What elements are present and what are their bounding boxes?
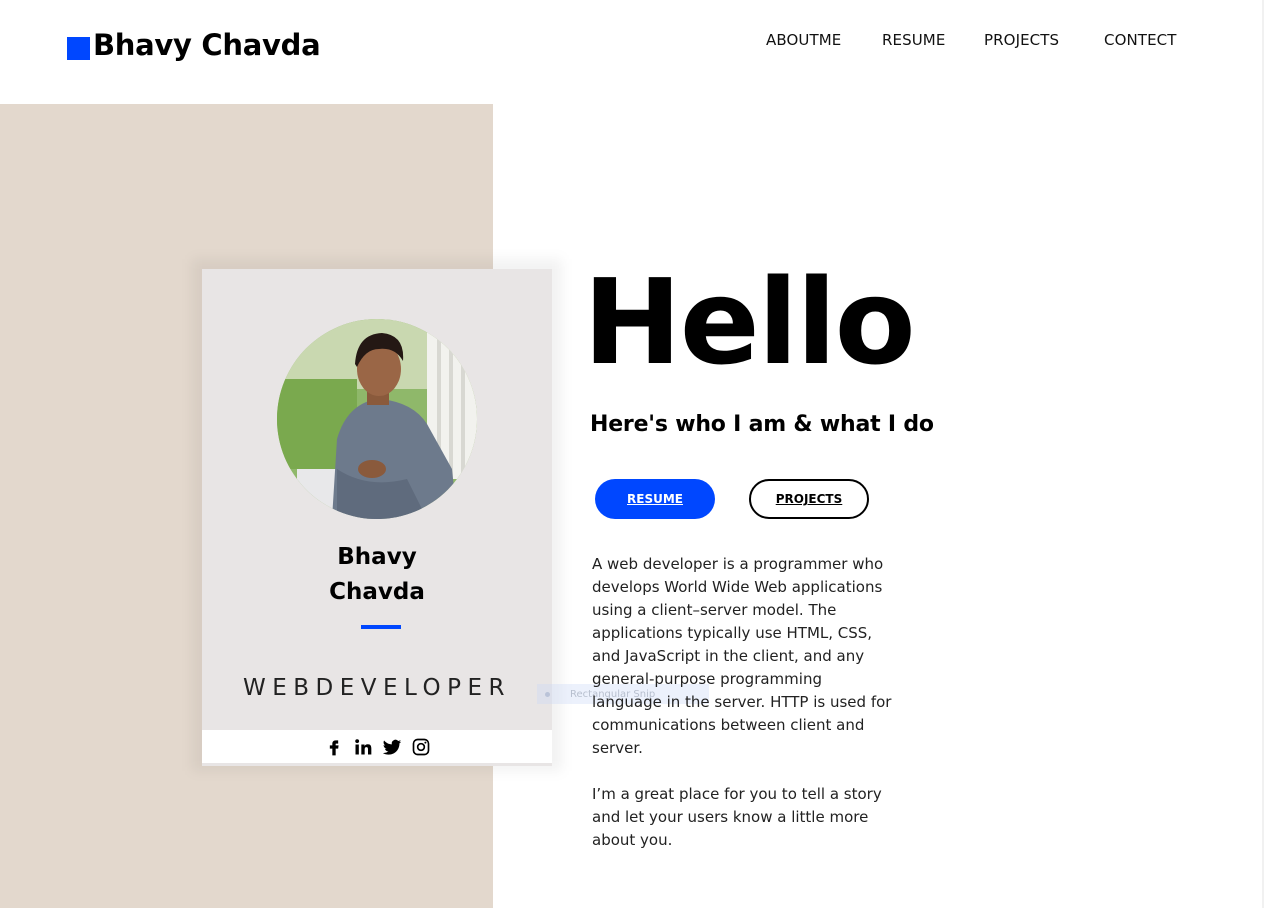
card-divider	[361, 625, 401, 629]
page: Bhavy Chavda ABOUTME RESUME PROJECTS CON…	[0, 0, 1264, 908]
brand-name[interactable]: Bhavy Chavda	[93, 28, 321, 62]
bio-paragraph-1: A web developer is a programmer who deve…	[592, 555, 892, 757]
card-first-name: Bhavy	[337, 544, 417, 570]
hero-subtitle: Here's who I am & what I do	[590, 412, 934, 437]
avatar	[277, 319, 477, 519]
hero-greeting: Hello	[583, 253, 916, 391]
nav-item-contect[interactable]: CONTECT	[1104, 31, 1176, 49]
avatar-photo	[277, 319, 477, 519]
bio-text: A web developer is a programmer who deve…	[592, 553, 892, 875]
ghost-tooltip-dot	[545, 691, 550, 697]
card-role: WEBDEVELOPER	[242, 675, 512, 701]
linkedin-icon[interactable]	[352, 736, 373, 757]
nav-item-resume[interactable]: RESUME	[882, 31, 945, 49]
card-name: Bhavy Chavda	[202, 540, 552, 610]
twitter-icon[interactable]	[381, 736, 402, 757]
nav-item-aboutme[interactable]: ABOUTME	[766, 31, 841, 49]
profile-card: Bhavy Chavda WEBDEVELOPER	[202, 269, 552, 766]
nav-item-projects[interactable]: PROJECTS	[984, 31, 1059, 49]
facebook-icon[interactable]	[323, 736, 344, 757]
card-last-name: Chavda	[329, 579, 425, 605]
resume-button[interactable]: RESUME	[595, 479, 715, 519]
social-links	[202, 730, 552, 763]
projects-button[interactable]: PROJECTS	[749, 479, 869, 519]
bio-paragraph-2: I’m a great place for you to tell a stor…	[592, 785, 882, 849]
instagram-icon[interactable]	[410, 736, 431, 757]
brand-logo-square	[67, 37, 90, 60]
